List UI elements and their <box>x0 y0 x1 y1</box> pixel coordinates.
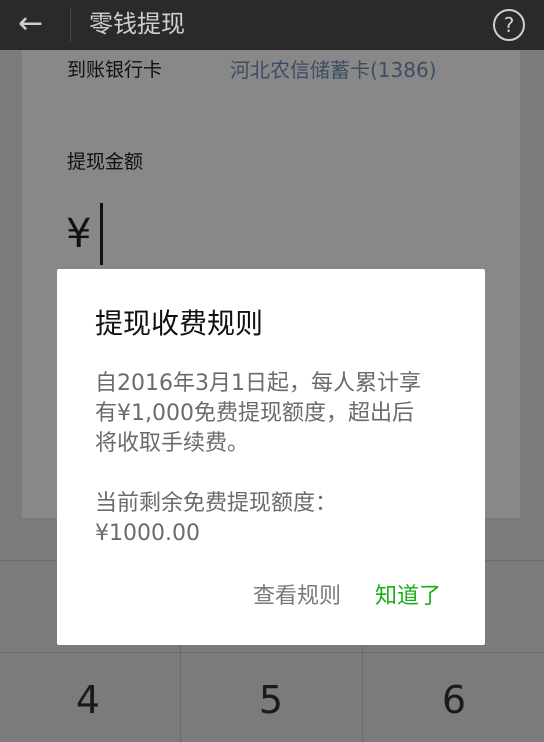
dialog-body: 自2016年3月1日起，每人累计享 有¥1,000免费提现额度，超出后 将收取手… <box>95 369 455 549</box>
title-divider <box>70 8 71 42</box>
keypad-row-divider <box>0 652 544 653</box>
fee-rules-dialog: 提现收费规则 自2016年3月1日起，每人累计享 有¥1,000免费提现额度，超… <box>57 269 485 645</box>
got-it-button[interactable]: 知道了 <box>375 581 441 613</box>
title-bar: ← 零钱提现 ? <box>0 0 544 50</box>
key-5[interactable]: 5 <box>241 678 301 722</box>
help-icon[interactable]: ? <box>493 9 525 41</box>
dialog-text-line: 将收取手续费。 <box>95 431 250 456</box>
dialog-text-line: 自2016年3月1日起，每人累计享 <box>95 371 421 396</box>
remaining-quota-label: 当前剩余免费提现额度： <box>95 491 338 516</box>
bank-card-value[interactable]: 河北农信储蓄卡(1386) <box>230 58 437 82</box>
key-6[interactable]: 6 <box>424 678 484 722</box>
remaining-quota-value: ¥1000.00 <box>95 521 200 546</box>
amount-input-cursor[interactable] <box>100 203 103 265</box>
dialog-title: 提现收费规则 <box>95 307 264 340</box>
page-title: 零钱提现 <box>89 10 185 38</box>
dialog-text-line: 有¥1,000免费提现额度，超出后 <box>95 401 414 426</box>
amount-label: 提现金额 <box>67 151 144 173</box>
currency-symbol: ¥ <box>66 211 92 257</box>
view-rules-button[interactable]: 查看规则 <box>253 581 341 613</box>
bank-card-label: 到账银行卡 <box>67 59 163 81</box>
back-arrow-icon[interactable]: ← <box>18 6 43 42</box>
key-4[interactable]: 4 <box>58 678 118 722</box>
